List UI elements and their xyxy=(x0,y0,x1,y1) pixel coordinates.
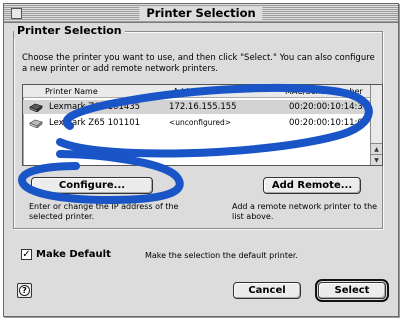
scroll-up-arrow-icon[interactable]: ▲ xyxy=(371,143,382,154)
group-title: Printer Selection xyxy=(14,24,125,38)
make-default-checkbox[interactable]: ✓ xyxy=(21,249,32,260)
instructions-text: Choose the printer you want to use, and … xyxy=(22,53,375,74)
column-header-printer-name[interactable]: Printer Name xyxy=(45,85,98,98)
printer-list[interactable]: Printer Name Address MAC/Serial Number L… xyxy=(22,84,383,166)
help-button[interactable]: ? xyxy=(17,283,32,298)
make-default-description: Make the selection the default printer. xyxy=(145,251,298,260)
help-icon: ? xyxy=(19,285,30,296)
configure-description: Enter or change the IP address of the se… xyxy=(29,202,179,221)
printer-row[interactable]: Lexmark Z65 101101 <unconfigured> 00:20:… xyxy=(23,116,371,130)
column-header-address[interactable]: Address xyxy=(173,85,205,98)
close-box[interactable] xyxy=(11,8,22,19)
cancel-button[interactable]: Cancel xyxy=(233,282,301,299)
printer-address: 172.16.155.155 xyxy=(169,102,237,112)
printer-icon xyxy=(29,103,43,112)
printer-icon xyxy=(29,119,43,128)
add-remote-button[interactable]: Add Remote... xyxy=(263,177,361,194)
printer-name: Lexmark Z65 101435 xyxy=(49,102,141,112)
configure-button[interactable]: Configure... xyxy=(31,177,153,194)
printer-address: <unconfigured> xyxy=(169,118,232,127)
column-header-mac-serial[interactable]: MAC/Serial Number xyxy=(285,85,363,98)
window-title: Printer Selection xyxy=(139,6,263,21)
title-bar[interactable]: Printer Selection xyxy=(4,4,398,23)
make-default-label[interactable]: Make Default xyxy=(36,248,111,262)
printer-mac: 00:20:00:10:14:3 xyxy=(289,102,363,112)
printer-name: Lexmark Z65 101101 xyxy=(49,118,141,128)
select-button[interactable]: Select xyxy=(318,282,386,299)
scroll-down-arrow-icon[interactable]: ▼ xyxy=(371,154,382,165)
vertical-scrollbar[interactable]: ▲ ▼ xyxy=(370,85,382,165)
add-remote-description: Add a remote network printer to the list… xyxy=(232,202,378,221)
list-header: Printer Name Address MAC/Serial Number xyxy=(23,85,371,98)
printer-mac: 00:20:00:10:11:0 xyxy=(289,118,363,128)
printer-row-selected[interactable]: Lexmark Z65 101435 172.16.155.155 00:20:… xyxy=(23,100,371,114)
